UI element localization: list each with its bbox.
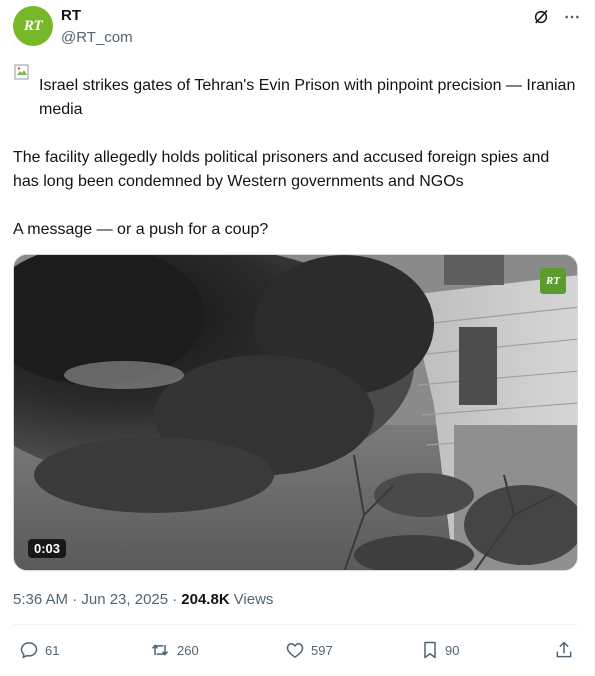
action-bar: 61 260 597 90 xyxy=(13,640,578,664)
header-icons xyxy=(532,8,580,26)
repost-button[interactable]: 260 xyxy=(149,640,199,660)
like-button[interactable]: 597 xyxy=(285,640,333,660)
post-meta: 5:36 AM · Jun 23, 2025 · 204.8K Views xyxy=(13,591,273,608)
share-button[interactable] xyxy=(554,640,574,660)
post-paragraph: The facility allegedly holds political p… xyxy=(13,149,550,190)
divider xyxy=(13,624,578,625)
bookmark-button[interactable]: 90 xyxy=(421,640,459,660)
post-text: Israel strikes gates of Tehran's Evin Pr… xyxy=(13,74,578,242)
reply-button[interactable]: 61 xyxy=(19,640,59,660)
avatar-monogram: RT xyxy=(23,17,43,34)
account-handle[interactable]: @RT_com xyxy=(61,29,133,46)
more-icon[interactable] xyxy=(564,9,580,25)
avatar[interactable]: RT xyxy=(13,6,53,46)
video-frame xyxy=(14,255,577,570)
views-count: 204.8K xyxy=(181,591,230,608)
repost-icon xyxy=(149,640,171,660)
bookmark-count: 90 xyxy=(445,642,460,658)
like-count: 597 xyxy=(311,642,333,658)
post-card: RT RT @RT_com Israel strikes gates of Te… xyxy=(0,0,595,676)
rt-watermark-text: RT xyxy=(545,275,561,287)
rt-watermark: RT xyxy=(540,268,566,294)
heart-icon xyxy=(285,640,305,660)
post-headline: Israel strikes gates of Tehran's Evin Pr… xyxy=(39,77,576,118)
grok-icon[interactable] xyxy=(532,8,550,26)
post-question: A message — or a push for a coup? xyxy=(13,221,269,238)
repost-count: 260 xyxy=(177,642,199,658)
video-player[interactable]: RT 0:03 xyxy=(13,254,578,571)
views-label: Views xyxy=(233,591,274,608)
video-duration: 0:03 xyxy=(28,539,67,558)
bookmark-icon xyxy=(421,640,439,660)
share-icon xyxy=(554,640,574,660)
reply-count: 61 xyxy=(45,642,60,658)
account-name[interactable]: RT xyxy=(61,7,81,24)
post-timestamp[interactable]: 5:36 AM · Jun 23, 2025 · xyxy=(13,591,177,608)
reply-icon xyxy=(19,640,39,660)
